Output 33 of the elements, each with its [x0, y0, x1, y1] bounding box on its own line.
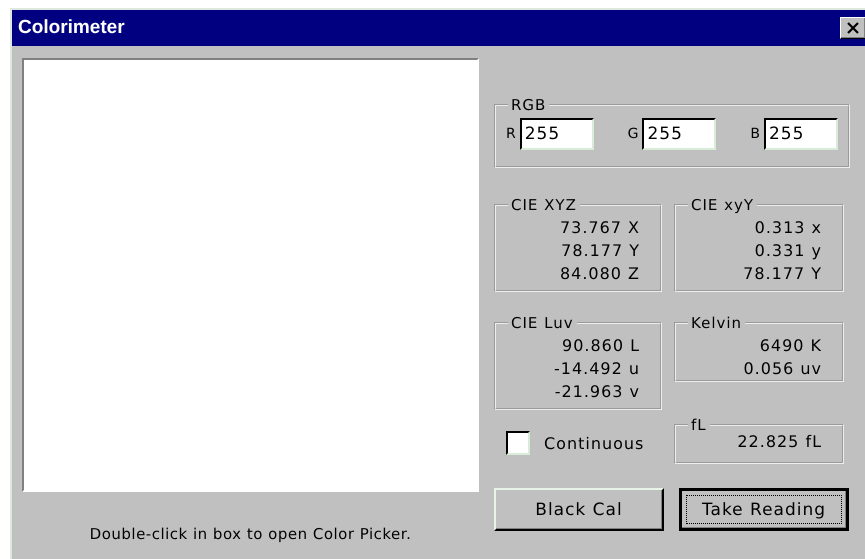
reading-value: 0.056 uv [744, 358, 822, 380]
group-title: CIE Luv [510, 314, 575, 332]
reading-value: 90.860 L [562, 335, 640, 357]
reading-value: -21.963 v [554, 381, 640, 403]
reading-value: 22.825 fL [737, 431, 822, 453]
reading-value: 84.080 Z [560, 263, 640, 285]
input-field[interactable]: 255 [764, 118, 838, 150]
reading-value: -14.492 u [554, 358, 640, 380]
color-swatch[interactable] [22, 58, 479, 492]
channel-label: B [750, 126, 760, 142]
hint-text: Double-click in box to open Color Picker. [90, 525, 412, 543]
window-title: Colorimeter [18, 17, 125, 39]
input-field[interactable]: 255 [642, 118, 716, 150]
channel-label: G [628, 126, 638, 142]
reading-value: 0.331 y [754, 240, 822, 262]
reading-value: 6490 K [760, 335, 822, 357]
close-button[interactable] [840, 17, 865, 39]
action-button[interactable]: Black Cal [494, 488, 664, 531]
checkbox-label: Continuous [544, 434, 644, 452]
close-icon [846, 22, 860, 34]
reading-value: 0.313 x [754, 217, 822, 239]
reading-value: 78.177 Y [743, 263, 822, 285]
group-title: fL [690, 416, 708, 434]
channel-label: R [506, 126, 516, 142]
group-title: CIE xyY [690, 196, 756, 214]
group-title: Kelvin [690, 314, 744, 332]
group-title: CIE XYZ [510, 196, 578, 214]
action-button[interactable]: Take Reading [679, 488, 849, 531]
reading-value: 73.767 X [560, 217, 640, 239]
group-title: RGB [510, 96, 548, 114]
input-field[interactable]: 255 [520, 118, 594, 150]
checkbox[interactable] [506, 431, 530, 455]
reading-value: 78.177 Y [561, 240, 640, 262]
